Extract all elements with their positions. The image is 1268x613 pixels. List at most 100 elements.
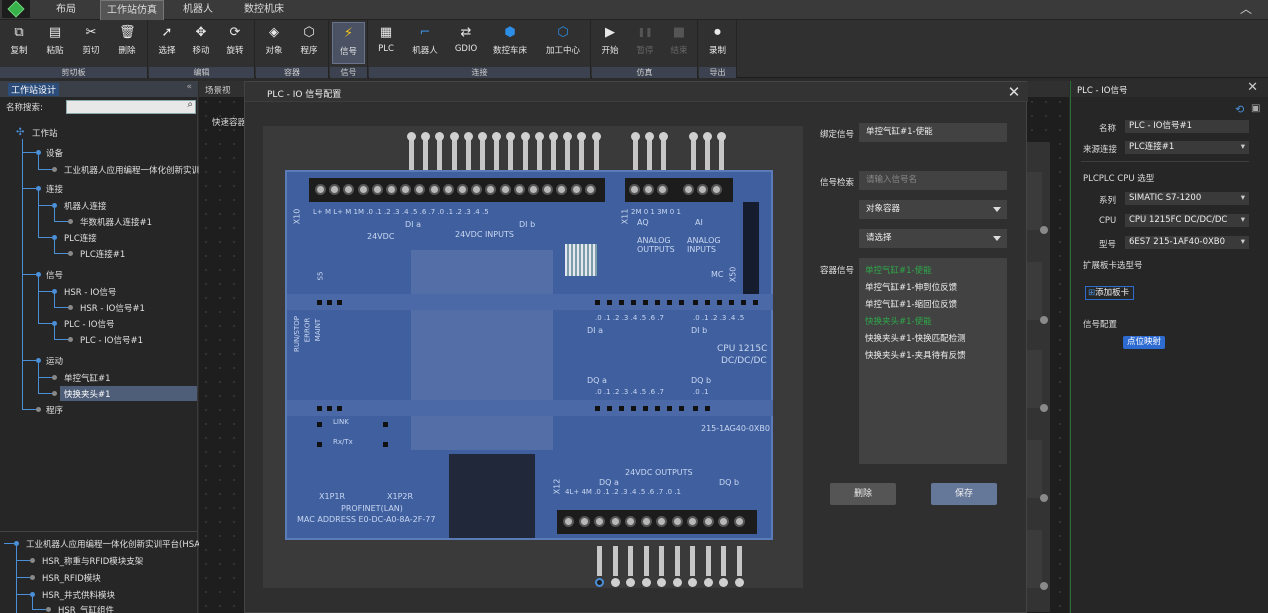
tree-item-motion[interactable]: 运动 <box>46 355 63 367</box>
program-button[interactable]: ⬡ 程序 <box>293 22 325 64</box>
terminal-pin[interactable] <box>593 136 599 170</box>
terminal-pin-head[interactable] <box>641 578 651 587</box>
terminal-pin[interactable] <box>736 546 742 576</box>
object-button[interactable]: ◈ 对象 <box>258 22 290 64</box>
signal-button[interactable]: ⚡ 信号 <box>332 22 365 64</box>
terminal-pin-head[interactable] <box>549 132 558 141</box>
terminal-pin[interactable] <box>661 136 666 170</box>
tree-item-hsr-io-child[interactable]: HSR - IO信号#1 <box>80 302 145 314</box>
terminal-pin-head[interactable] <box>407 132 416 141</box>
terminal-pin[interactable] <box>480 136 485 170</box>
tree-item-robot-conn-child[interactable]: 华数机器人连接#1 <box>80 216 152 228</box>
delete-button[interactable]: 🗑 删除 <box>112 22 142 64</box>
terminal-pin-head[interactable] <box>520 132 530 141</box>
signal-list-item[interactable]: 单控气缸#1-使能 <box>865 264 932 276</box>
terminal-pin[interactable] <box>647 136 652 170</box>
scene-tab[interactable]: 场景视 <box>205 84 231 96</box>
model-select[interactable]: 6ES7 215-1AF40-0XB0 <box>1125 236 1249 249</box>
tree-item-platform[interactable]: 工业机器人应用编程一体化创新实训平台(HSA型) <box>26 538 212 550</box>
terminal-pin[interactable] <box>437 136 443 170</box>
terminal-pin[interactable] <box>628 546 633 576</box>
terminal-pin-head[interactable] <box>717 132 726 141</box>
collapse-panel-icon[interactable]: « <box>186 82 192 92</box>
plc-button[interactable]: ▦ PLC <box>371 22 401 64</box>
machining-center-button[interactable]: ⬡ 加工中心 <box>541 22 585 64</box>
terminal-pin-head[interactable] <box>610 578 620 587</box>
lathe-button[interactable]: ⬢ 数控车床 <box>489 22 531 64</box>
terminal-pin-head[interactable] <box>657 578 666 587</box>
cut-button[interactable]: ✂ 剪切 <box>76 22 106 64</box>
terminal-pin-head[interactable] <box>563 132 573 141</box>
tree-item-robot-conn[interactable]: 机器人连接 <box>64 200 107 212</box>
terminal-pin[interactable] <box>423 136 429 170</box>
close-icon[interactable]: ✕ <box>1247 80 1258 95</box>
tree-item-rfid-module[interactable]: HSR_RFID模块 <box>42 572 101 584</box>
tree-item-plc-conn[interactable]: PLC连接 <box>64 232 97 244</box>
terminal-pin[interactable] <box>465 136 471 170</box>
tree-item-program[interactable]: 程序 <box>46 404 63 416</box>
bound-signal-field[interactable]: 单控气缸#1-使能 <box>859 123 1007 142</box>
tree-item-motion-a[interactable]: 单控气缸#1 <box>64 372 111 384</box>
terminal-pin-head[interactable] <box>645 132 654 141</box>
terminal-pin[interactable] <box>409 136 414 170</box>
tree-item-connect[interactable]: 连接 <box>46 183 63 195</box>
container-select[interactable]: 对象容器 <box>859 200 1007 219</box>
terminal-pin-head[interactable] <box>435 132 445 141</box>
signal-list-item[interactable]: 快换夹头#1-夹具待有反馈 <box>865 349 966 361</box>
record-button[interactable]: ⏺ 录制 <box>701 22 734 64</box>
terminal-pin-head[interactable] <box>719 578 728 587</box>
tree-item-motion-b[interactable]: 快换夹头#1 <box>64 388 111 400</box>
terminal-pin-head[interactable] <box>449 132 459 141</box>
tree-item-plc-conn-child[interactable]: PLC连接#1 <box>80 248 125 260</box>
terminal-pin[interactable] <box>551 136 556 170</box>
terminal-pin[interactable] <box>691 136 696 170</box>
gdio-button[interactable]: ⇄ GDIO <box>451 22 481 64</box>
terminal-pin-head[interactable] <box>591 132 601 141</box>
source-select[interactable]: PLC连接#1 <box>1125 141 1249 154</box>
terminal-pin-head[interactable] <box>463 132 473 141</box>
terminal-pin-head[interactable] <box>421 132 431 141</box>
close-icon[interactable]: ✕ <box>1006 84 1022 100</box>
copy-button[interactable]: ⧉ 复制 <box>4 22 34 64</box>
paste-button[interactable]: ▤ 粘贴 <box>40 22 70 64</box>
search-input[interactable]: ⌕ <box>66 99 196 114</box>
terminal-pin-head[interactable] <box>703 578 713 587</box>
cpu-select[interactable]: CPU 1215FC DC/DC/DC <box>1125 214 1249 227</box>
terminal-pin[interactable] <box>508 136 514 170</box>
terminal-pin[interactable] <box>659 546 664 576</box>
tab-workstation-sim[interactable]: 工作站仿真 <box>100 0 164 20</box>
tree-item-plc-io[interactable]: PLC - IO信号 <box>64 318 114 330</box>
save-button[interactable]: 保存 <box>931 483 997 505</box>
terminal-pin[interactable] <box>565 136 571 170</box>
terminal-pin-head[interactable] <box>577 132 587 141</box>
terminal-pin-head[interactable] <box>659 132 668 141</box>
terminal-pin[interactable] <box>494 136 500 170</box>
terminal-pin-head[interactable] <box>626 578 635 587</box>
terminal-pin[interactable] <box>536 136 542 170</box>
tab-layout[interactable]: 布局 <box>44 0 88 20</box>
terminal-pin[interactable] <box>705 546 711 576</box>
tree-item-well-feeder[interactable]: HSR_井式供料模块 <box>42 589 115 601</box>
tree-item-device-child[interactable]: 工业机器人应用编程一体化创新实训平 <box>64 164 209 176</box>
pause-button[interactable]: ❚❚ 暂停 <box>629 22 661 64</box>
tree-item-hsr-io[interactable]: HSR - IO信号 <box>64 286 116 298</box>
tab-robot[interactable]: 机器人 <box>174 0 222 20</box>
terminal-pin-head[interactable] <box>631 132 640 141</box>
terminal-pin-head[interactable] <box>506 132 516 141</box>
delete-binding-button[interactable]: 删除 <box>830 483 896 505</box>
signal-list-item[interactable]: 快换夹头#1-使能 <box>865 315 932 327</box>
collapse-ribbon-icon[interactable]: ︿ <box>1240 2 1254 16</box>
terminal-pin[interactable] <box>674 546 680 576</box>
series-select[interactable]: SIMATIC S7-1200 <box>1125 192 1249 205</box>
point-bind-button[interactable]: 点位映射 <box>1123 336 1165 349</box>
terminal-pin[interactable] <box>690 546 695 576</box>
tab-cnc[interactable]: 数控机床 <box>234 0 294 20</box>
terminal-pin[interactable] <box>721 546 726 576</box>
terminal-pin-head[interactable] <box>703 132 712 141</box>
terminal-pin-head[interactable] <box>688 578 697 587</box>
select-button[interactable]: ➚ 选择 <box>151 22 183 64</box>
tree-item-weigh-rfid-bracket[interactable]: HSR_称重与RFID模块支架 <box>42 555 143 567</box>
terminal-pin[interactable] <box>522 136 528 170</box>
signal-list-item[interactable]: 单控气缸#1-缩回位反馈 <box>865 298 957 310</box>
robot-button[interactable]: ⌐ 机器人 <box>407 22 443 64</box>
